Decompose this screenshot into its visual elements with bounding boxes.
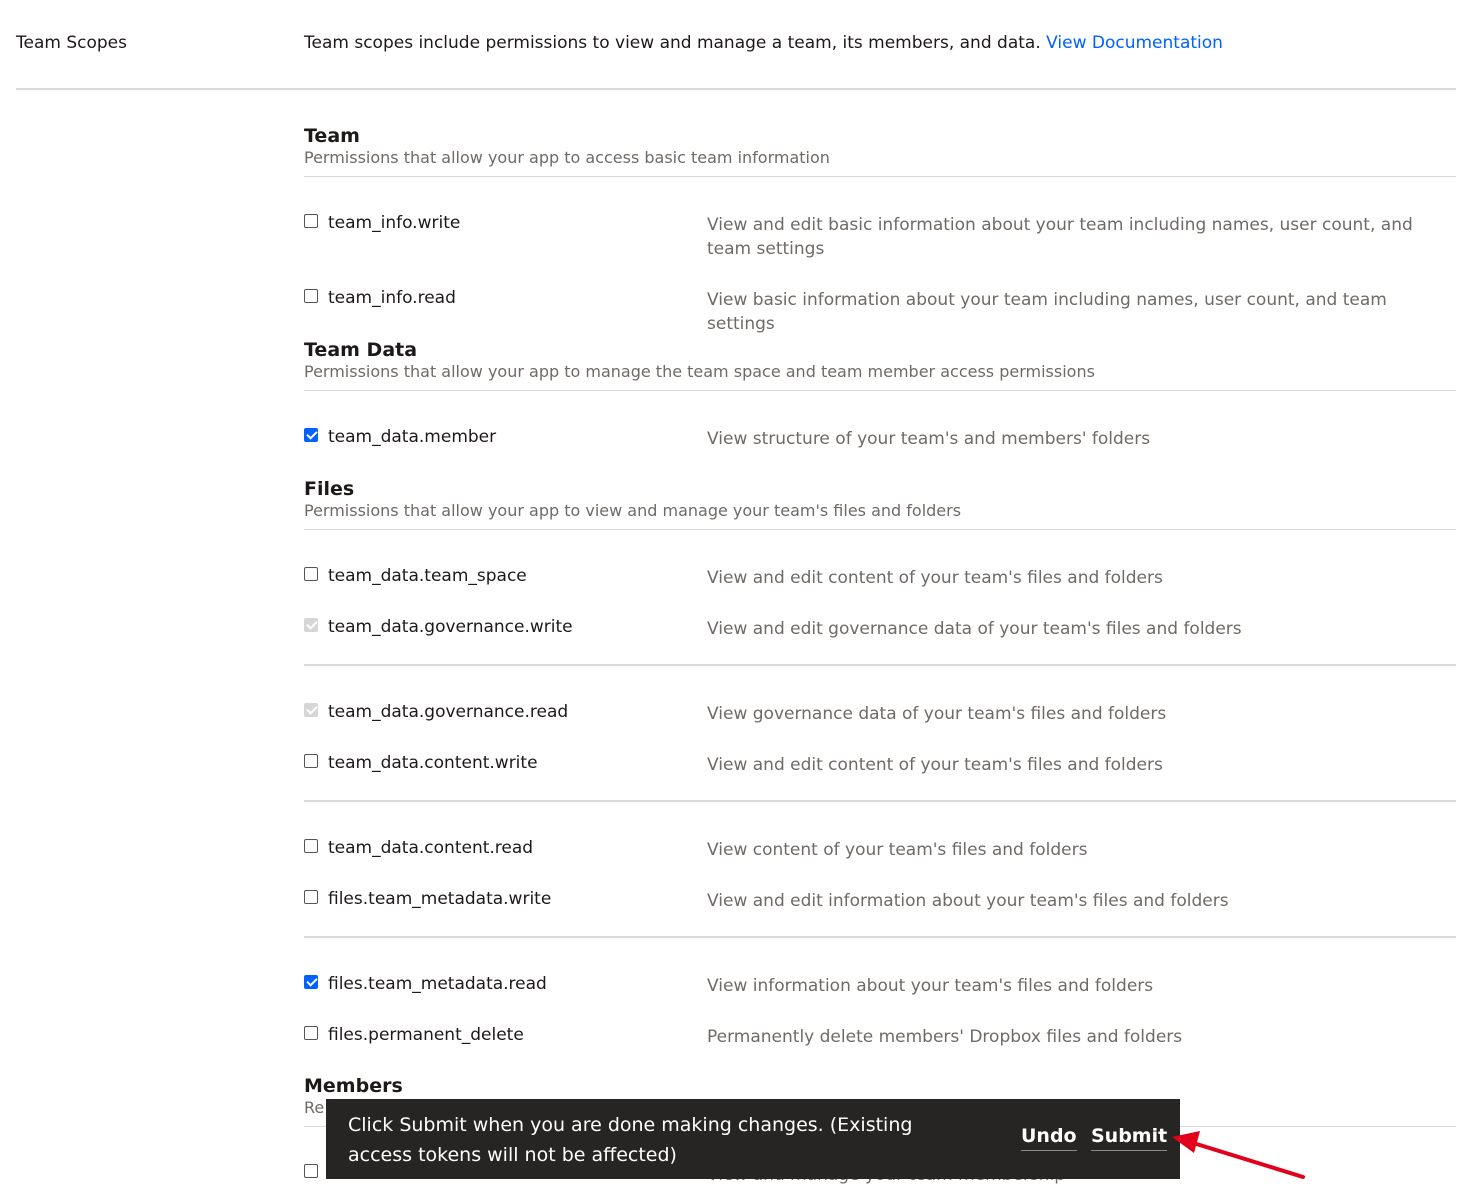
scope-description: View and edit information about your tea… — [707, 891, 1229, 911]
divider — [304, 176, 1456, 177]
scope-checkbox[interactable] — [304, 975, 318, 989]
scope-name: files.team_metadata.read — [328, 974, 547, 994]
scope-checkbox[interactable] — [304, 567, 318, 581]
scope-checkbox[interactable] — [304, 214, 318, 228]
group-team-data: Team Data Permissions that allow your ap… — [304, 339, 1456, 391]
scope-checkbox[interactable] — [304, 1164, 318, 1178]
divider — [304, 390, 1456, 391]
scope-checkbox[interactable] — [304, 618, 318, 632]
group-title: Team Data — [304, 339, 418, 361]
group-description: Permissions that allow your app to manag… — [304, 362, 1095, 381]
scope-description: View content of your team's files and fo… — [707, 840, 1088, 860]
group-team: Team Permissions that allow your app to … — [304, 125, 1456, 177]
intro-description: Team scopes include permissions to view … — [304, 33, 1041, 53]
scope-name: team_data.content.read — [328, 838, 534, 858]
scope-name: team_data.content.write — [328, 753, 538, 773]
scope-description: View and edit basic information about yo… — [707, 215, 1413, 259]
intro-text: Team scopes include permissions to view … — [304, 33, 1223, 53]
group-title: Files — [304, 478, 355, 500]
divider — [304, 664, 1456, 666]
group-files: Files Permissions that allow your app to… — [304, 478, 1456, 530]
scope-checkbox[interactable] — [304, 289, 318, 303]
scope-checkbox[interactable] — [304, 839, 318, 853]
scope-description: View and edit content of your team's fil… — [707, 568, 1163, 588]
group-description: Permissions that allow your app to acces… — [304, 148, 830, 167]
scope-description: View basic information about your team i… — [707, 290, 1387, 334]
scope-name: files.permanent_delete — [328, 1025, 524, 1045]
divider — [16, 88, 1456, 90]
section-label: Team Scopes — [16, 33, 127, 53]
group-title: Team — [304, 125, 360, 147]
scope-name: team_data.governance.read — [328, 702, 569, 722]
scope-checkbox[interactable] — [304, 1026, 318, 1040]
submit-button[interactable]: Submit — [1091, 1125, 1168, 1151]
scope-checkbox[interactable] — [304, 754, 318, 768]
scope-description: View information about your team's files… — [707, 976, 1154, 996]
divider — [304, 800, 1456, 802]
snackbar-message: Click Submit when you are done making ch… — [348, 1114, 913, 1166]
scope-checkbox[interactable] — [304, 428, 318, 442]
unsaved-changes-snackbar: Click Submit when you are done making ch… — [326, 1099, 1180, 1179]
scope-name: files.team_metadata.write — [328, 889, 552, 909]
undo-button[interactable]: Undo — [1021, 1125, 1077, 1151]
divider — [304, 936, 1456, 938]
view-documentation-link[interactable]: View Documentation — [1046, 33, 1223, 53]
scope-description: View and edit content of your team's fil… — [707, 755, 1163, 775]
divider — [304, 529, 1456, 530]
scope-description: View and edit governance data of your te… — [707, 619, 1242, 639]
scope-name: team_data.governance.write — [328, 617, 573, 637]
scope-checkbox[interactable] — [304, 703, 318, 717]
scope-checkbox[interactable] — [304, 890, 318, 904]
annotation-arrow-icon — [1172, 1131, 1305, 1179]
scope-name: team_info.write — [328, 213, 461, 233]
scope-name: team_info.read — [328, 288, 456, 308]
scope-description: View structure of your team's and member… — [707, 429, 1151, 449]
scope-name: team_data.member — [328, 427, 497, 447]
scope-description: View governance data of your team's file… — [707, 704, 1167, 724]
group-title: Members — [304, 1075, 403, 1097]
group-description: Permissions that allow your app to view … — [304, 501, 962, 520]
scope-description: Permanently delete members' Dropbox file… — [707, 1027, 1183, 1047]
scope-name: team_data.team_space — [328, 566, 527, 586]
